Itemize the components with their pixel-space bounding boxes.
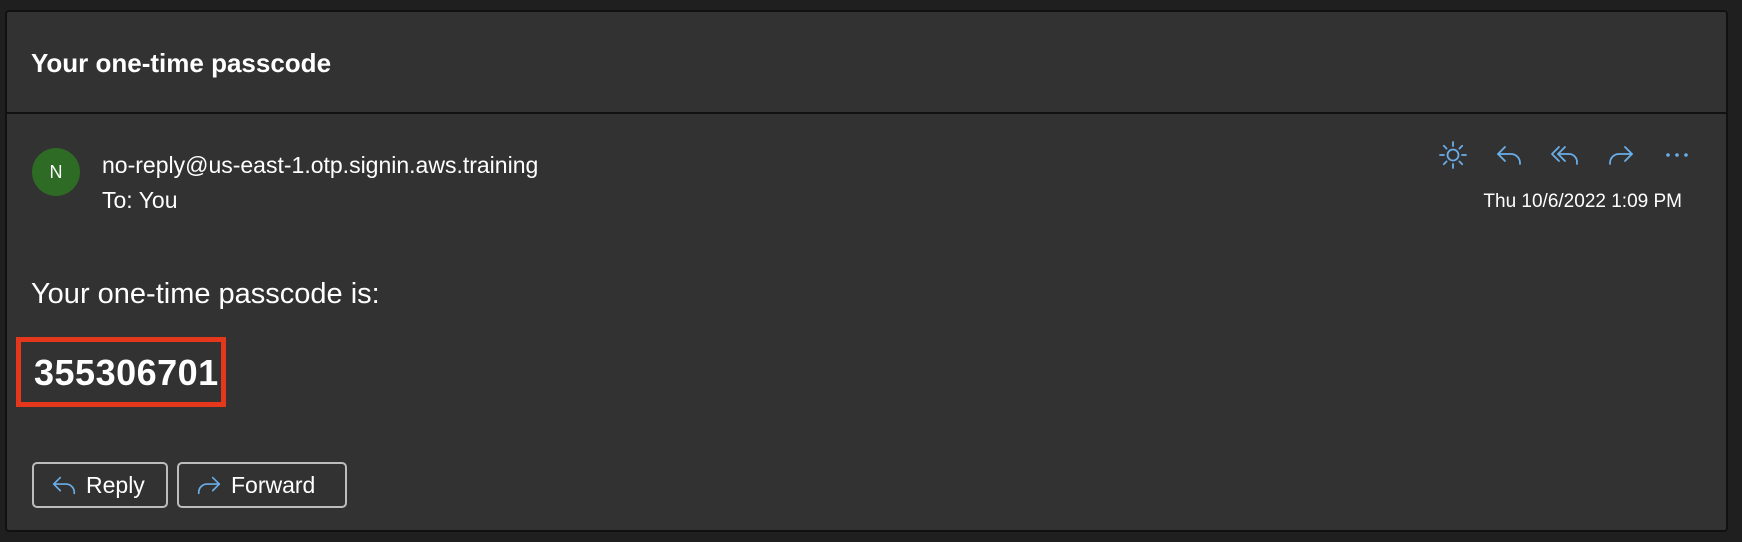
subject-bar: Your one-time passcode (7, 12, 1726, 114)
forward-button-label: Forward (231, 471, 316, 498)
forward-icon[interactable] (1602, 136, 1640, 174)
message-actions (1434, 136, 1696, 174)
recipient-name[interactable]: You (139, 187, 178, 213)
sent-timestamp: Thu 10/6/2022 1:09 PM (1483, 191, 1682, 212)
reply-button-label: Reply (86, 471, 145, 498)
brightness-icon[interactable] (1434, 136, 1472, 174)
forward-button[interactable]: Forward (177, 462, 347, 508)
to-label: To: (102, 187, 133, 213)
sender-address[interactable]: no-reply@us-east-1.otp.signin.aws.traini… (102, 152, 538, 179)
forward-icon (197, 476, 221, 495)
more-icon[interactable] (1658, 136, 1696, 174)
email-subject: Your one-time passcode (31, 48, 332, 78)
recipient-line: To: You (102, 187, 178, 214)
passcode-value: 355306701 (34, 352, 219, 393)
reply-button[interactable]: Reply (32, 462, 168, 508)
reply-icon[interactable] (1490, 136, 1528, 174)
reply-icon (52, 476, 76, 495)
reply-all-icon[interactable] (1546, 136, 1584, 174)
passcode-highlight: 355306701 (16, 337, 226, 407)
email-window: Your one-time passcode N no-reply@us-eas… (5, 10, 1728, 532)
body-text: Your one-time passcode is: (31, 278, 380, 310)
sender-avatar[interactable]: N (32, 148, 80, 196)
